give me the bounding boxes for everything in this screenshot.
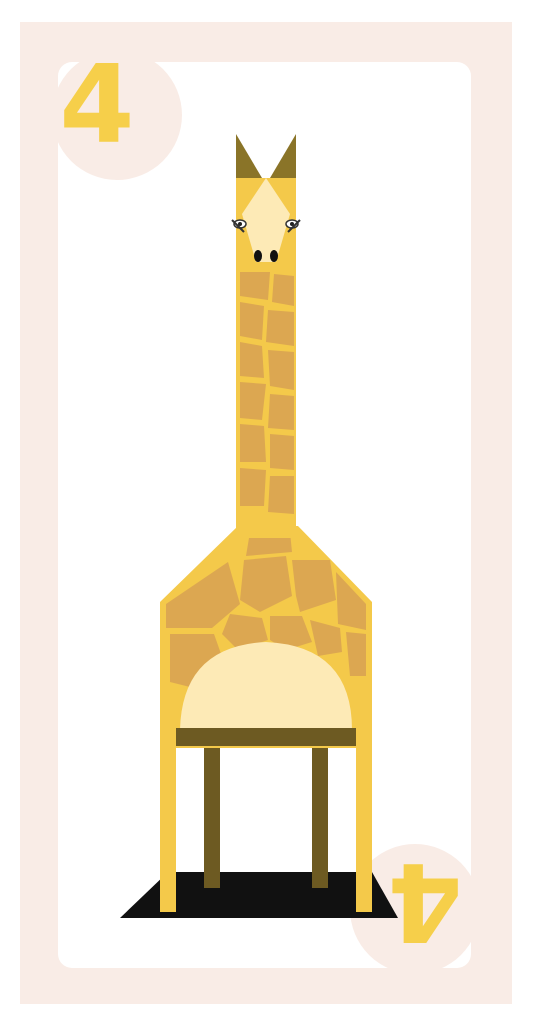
giraffe-illustration <box>120 134 398 918</box>
giraffe-front-leg-right <box>356 740 372 912</box>
giraffe-belly-band <box>176 728 356 746</box>
giraffe-left-ossicone <box>236 134 262 178</box>
giraffe-back-leg-left <box>204 738 220 888</box>
giraffe-right-ossicone <box>270 134 296 178</box>
giraffe-back-leg-right <box>312 738 328 888</box>
giraffe-front-leg-left <box>160 740 176 912</box>
